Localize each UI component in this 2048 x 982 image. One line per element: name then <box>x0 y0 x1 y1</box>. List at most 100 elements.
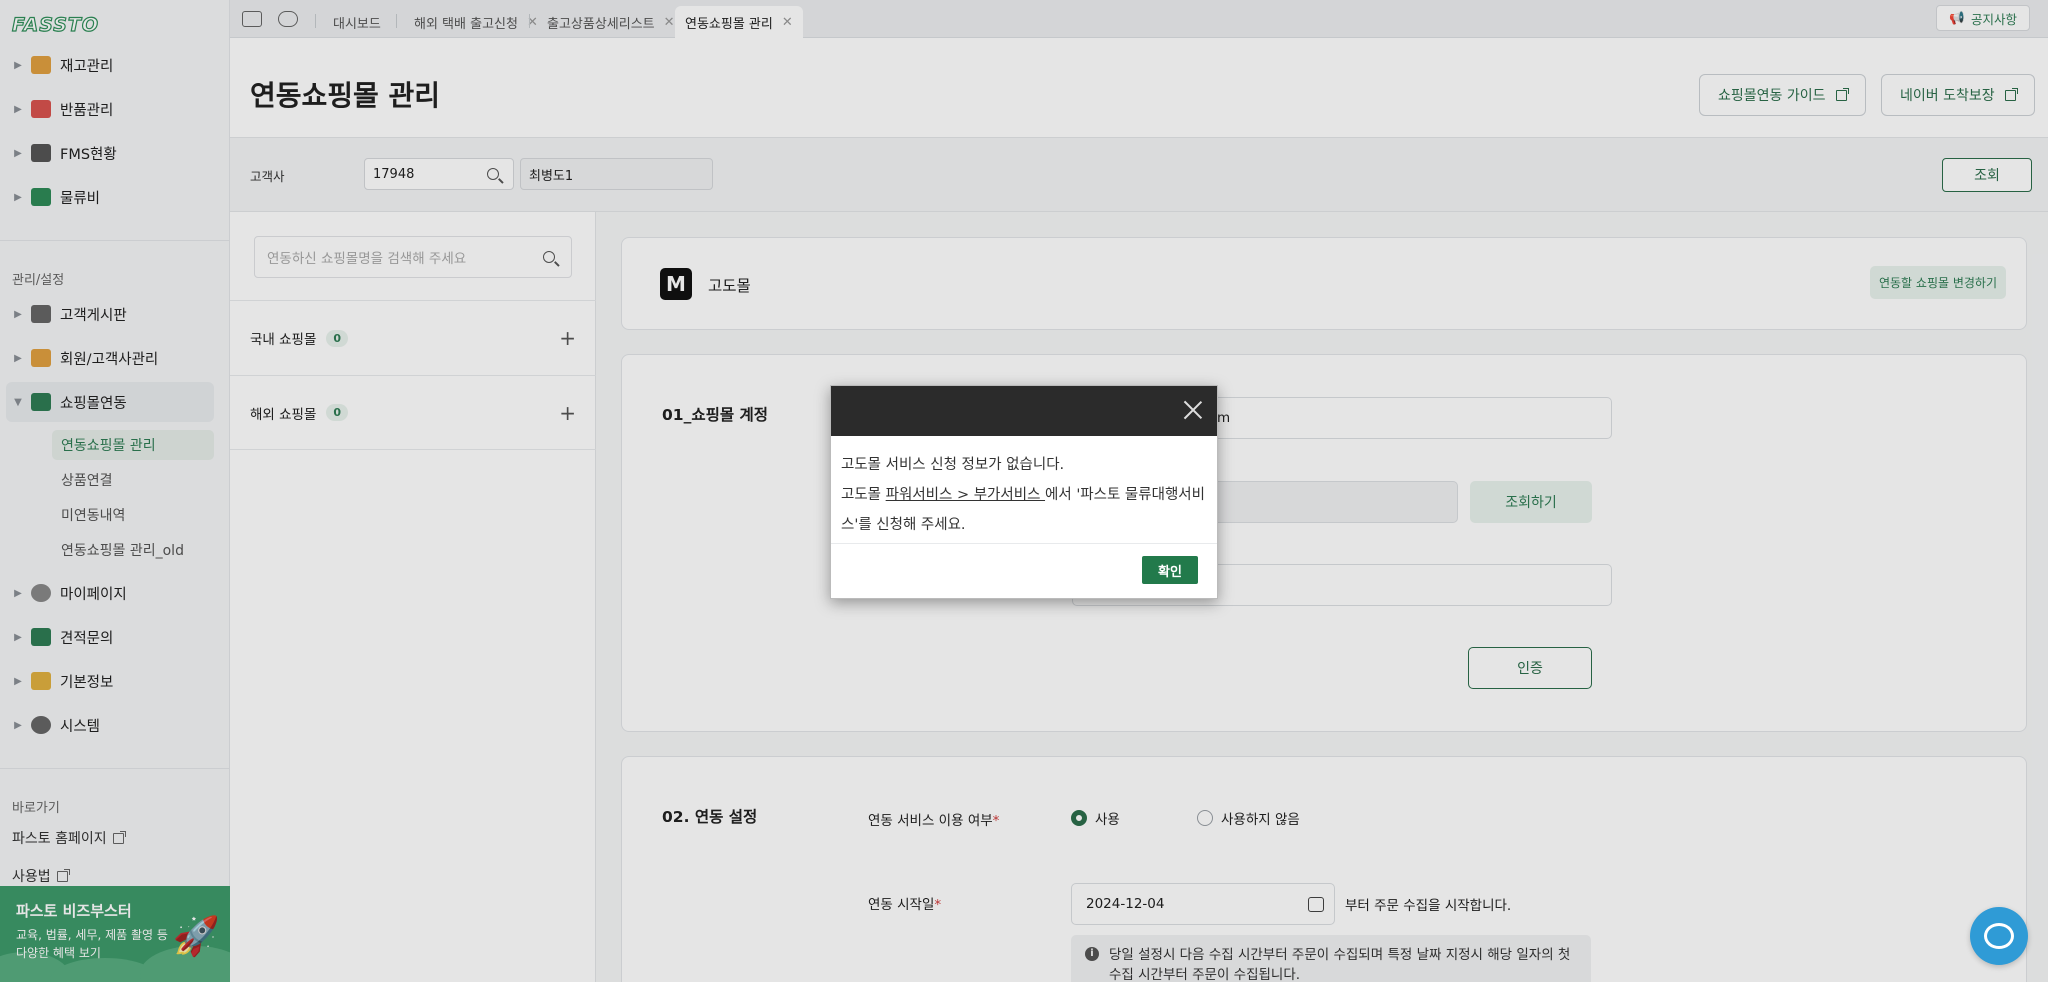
radio-label: 사용하지 않음 <box>1221 812 1300 828</box>
banner-desc: 교육, 법률, 세무, 제품 촬영 등 다양한 혜택 보기 <box>16 928 168 960</box>
radio-on-icon <box>1071 810 1087 826</box>
auth-button[interactable]: 인증 <box>1468 647 1592 689</box>
notice-button[interactable]: 📢 공지사항 <box>1936 5 2030 31</box>
store-icon <box>31 349 51 367</box>
chevron-down-icon: ▼ <box>14 396 22 408</box>
monitor-icon <box>31 144 51 162</box>
chevron-right-icon: ▶ <box>14 352 22 364</box>
radio-no-use[interactable]: 사용하지 않음 <box>1197 808 1300 828</box>
link-settings-card: 02. 연동 설정 연동 서비스 이용 여부* 사용 사용하지 않음 연동 시작… <box>621 756 2027 982</box>
tab-linked-shop-management[interactable]: 연동쇼핑몰 관리 ✕ <box>675 6 803 38</box>
naver-delivery-guarantee-button[interactable]: 네이버 도착보장 <box>1881 74 2035 116</box>
menu-estimate[interactable]: ▶ 견적문의 <box>0 617 214 657</box>
menu-label: 쇼핑몰연동 <box>60 395 127 412</box>
tab-dashboard[interactable]: 대시보드 <box>323 6 391 38</box>
domestic-shop-category[interactable]: 국내 쇼핑몰 0 + <box>230 300 596 375</box>
sub-item-linked-shop-old[interactable]: 연동쇼핑몰 관리_old <box>52 535 193 565</box>
tab-label: 출고상품상세리스트 <box>547 16 655 32</box>
modal-text: 고도몰 <box>841 487 886 503</box>
shortcut-fassto-homepage[interactable]: 파스토 홈페이지 <box>12 828 126 848</box>
divider <box>529 14 530 28</box>
shop-link-guide-button[interactable]: 쇼핑몰연동 가이드 <box>1699 74 1866 116</box>
sub-item-unlinked-history[interactable]: 미연동내역 <box>52 500 134 530</box>
menu-label: FMS현황 <box>60 146 117 163</box>
power-service-link[interactable]: 파워서비스 > 부가서비스 <box>886 487 1045 503</box>
tab-overseas-shipping[interactable]: 해외 택배 출고신청 ✕ <box>404 6 548 38</box>
biz-booster-banner[interactable]: 파스토 비즈부스터 교육, 법률, 세무, 제품 촬영 등 다양한 혜택 보기 … <box>0 886 230 982</box>
menu-fms[interactable]: ▶ FMS현황 <box>0 133 214 173</box>
use-service-text: 연동 서비스 이용 여부 <box>868 813 993 829</box>
section-title: 02. 연동 설정 <box>662 808 758 826</box>
search-icon[interactable] <box>487 168 499 180</box>
shop-id-value: m <box>1217 410 1231 426</box>
modal-line: 고도몰 파워서비스 > 부가서비스 에서 '파스토 물류대행서비 <box>841 480 1207 510</box>
shop-list-panel: 연동하신 쇼핑몰명을 검색해 주세요 국내 쇼핑몰 0 + 해외 쇼핑몰 0 + <box>230 212 596 982</box>
menu-label: 재고관리 <box>60 58 114 75</box>
external-link-icon <box>56 868 70 882</box>
close-icon[interactable] <box>1183 400 1203 420</box>
plus-icon[interactable]: + <box>559 326 576 350</box>
chevron-right-icon: ▶ <box>14 587 22 599</box>
page-title: 연동쇼핑몰 관리 <box>250 79 441 112</box>
chevron-right-icon: ▶ <box>14 191 22 203</box>
tab-outbound-detail[interactable]: 출고상품상세리스트 ✕ <box>537 6 685 38</box>
menu-member-management[interactable]: ▶ 회원/고객사관리 <box>0 338 214 378</box>
lookup-button[interactable]: 조회하기 <box>1470 481 1592 523</box>
chevron-right-icon: ▶ <box>14 308 22 320</box>
sub-item-product-link[interactable]: 상품연결 <box>52 465 122 495</box>
chevron-right-icon: ▶ <box>14 631 22 643</box>
customer-label: 고객사 <box>250 169 285 184</box>
menu-label: 마이페이지 <box>60 586 127 603</box>
search-icon[interactable] <box>543 251 555 263</box>
close-icon[interactable]: ✕ <box>782 15 793 30</box>
modal-line: 스'를 신청해 주세요. <box>841 517 966 533</box>
menu-logistics-cost[interactable]: ▶ 물류비 <box>0 177 214 217</box>
close-icon[interactable]: ✕ <box>664 15 675 30</box>
rocket-icon: 🚀 <box>172 914 220 958</box>
divider <box>0 240 230 241</box>
calendar-icon[interactable] <box>1308 897 1324 912</box>
customer-code-value: 17948 <box>373 166 415 182</box>
query-button[interactable]: 조회 <box>1942 158 2032 192</box>
menu-shop-link[interactable]: ▼ 쇼핑몰연동 <box>6 382 214 422</box>
tab-label: 연동쇼핑몰 관리 <box>685 16 773 32</box>
menu-label: 반품관리 <box>60 102 114 119</box>
chevron-right-icon: ▶ <box>14 147 22 159</box>
cloud-settings-icon[interactable] <box>278 11 298 27</box>
change-shop-button[interactable]: 연동할 쇼핑몰 변경하기 <box>1869 266 2006 299</box>
section-label-shortcuts: 바로가기 <box>12 801 60 816</box>
menu-label: 고객게시판 <box>60 307 127 324</box>
shortcut-how-to-use[interactable]: 사용법 <box>12 866 70 886</box>
info-line: 당일 설정시 다음 수집 시간부터 주문이 수집되며 특정 날짜 지정시 해당 … <box>1109 947 1571 963</box>
sidebar-toggle-icon[interactable] <box>242 11 262 27</box>
confirm-button[interactable]: 확인 <box>1142 556 1198 584</box>
link-icon <box>31 393 51 411</box>
modal-body: 고도몰 서비스 신청 정보가 없습니다. 고도몰 파워서비스 > 부가서비스 에… <box>831 436 1217 544</box>
chat-support-button[interactable] <box>1970 907 2028 965</box>
menu-system[interactable]: ▶ 시스템 <box>0 705 214 745</box>
shop-search-input[interactable]: 연동하신 쇼핑몰명을 검색해 주세요 <box>254 236 572 278</box>
customer-code-input[interactable]: 17948 <box>364 158 514 190</box>
menu-inventory[interactable]: ▶ 재고관리 <box>0 45 214 85</box>
shortcut-label: 파스토 홈페이지 <box>12 831 107 847</box>
external-link-icon <box>2004 87 2018 101</box>
section-title: 01_쇼핑몰 계정 <box>662 406 769 424</box>
radio-use[interactable]: 사용 <box>1071 808 1120 828</box>
menu-customer-board[interactable]: ▶ 고객게시판 <box>0 294 214 334</box>
overseas-shop-category[interactable]: 해외 쇼핑몰 0 + <box>230 375 596 450</box>
godomall-logo: M <box>660 268 692 300</box>
menu-basic-info[interactable]: ▶ 기본정보 <box>0 661 214 701</box>
menu-mypage[interactable]: ▶ 마이페이지 <box>0 573 214 613</box>
menu-returns[interactable]: ▶ 반품관리 <box>0 89 214 129</box>
banner-title: 파스토 비즈부스터 <box>16 902 132 920</box>
radio-off-icon <box>1197 810 1213 826</box>
sub-item-linked-shop-management[interactable]: 연동쇼핑몰 관리 <box>52 430 214 460</box>
plus-icon[interactable]: + <box>559 401 576 425</box>
external-link-icon <box>1835 87 1849 101</box>
modal-line: 고도몰 서비스 신청 정보가 없습니다. <box>841 457 1065 473</box>
tab-bar: 대시보드 해외 택배 출고신청 ✕ 출고상품상세리스트 ✕ 연동쇼핑몰 관리 ✕… <box>230 0 2048 38</box>
tab-label: 대시보드 <box>333 16 381 32</box>
modal-header <box>831 386 1217 436</box>
fassto-logo[interactable]: FASSTO <box>11 13 99 36</box>
start-date-input[interactable]: 2024-12-04 <box>1071 883 1335 925</box>
